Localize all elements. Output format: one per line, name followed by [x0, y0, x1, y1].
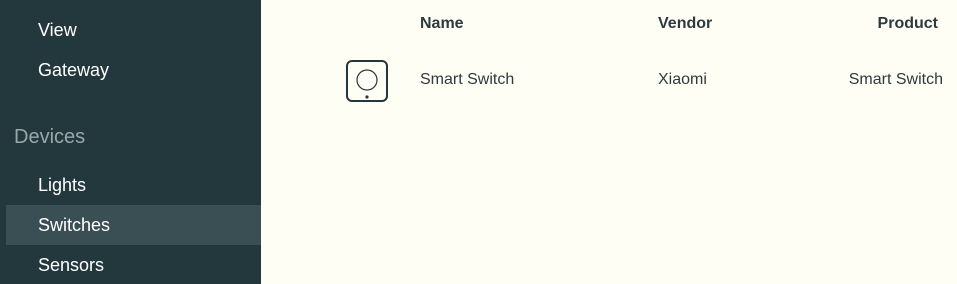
device-product: Smart Switch	[848, 71, 943, 88]
sidebar-item-gateway[interactable]: Gateway	[6, 50, 261, 90]
device-name: Smart Switch	[420, 71, 515, 88]
sidebar-item-label: View	[38, 20, 77, 40]
sidebar-item-lights[interactable]: Lights	[6, 165, 261, 205]
sidebar-item-label: Lights	[38, 175, 87, 195]
sidebar-item-label: Gateway	[38, 60, 110, 80]
device-vendor: Xiaomi	[658, 71, 707, 88]
column-header-vendor[interactable]: Vendor	[658, 14, 712, 34]
switch-icon	[346, 60, 388, 102]
sidebar-item-switches[interactable]: Switches	[6, 205, 261, 245]
sidebar: View Gateway Devices Lights Switches Sen…	[0, 0, 261, 284]
column-header-product[interactable]: Product	[878, 14, 938, 34]
device-table: Name Vendor Product Smart Switch Xiaomi …	[261, 0, 957, 284]
sidebar-item-label: Switches	[38, 215, 111, 235]
column-header-name[interactable]: Name	[420, 14, 464, 34]
sidebar-item-sensors[interactable]: Sensors	[6, 245, 261, 284]
sidebar-item-label: Sensors	[38, 255, 105, 275]
sidebar-section-heading: Devices	[14, 126, 86, 148]
sidebar-item-view[interactable]: View	[6, 10, 261, 50]
